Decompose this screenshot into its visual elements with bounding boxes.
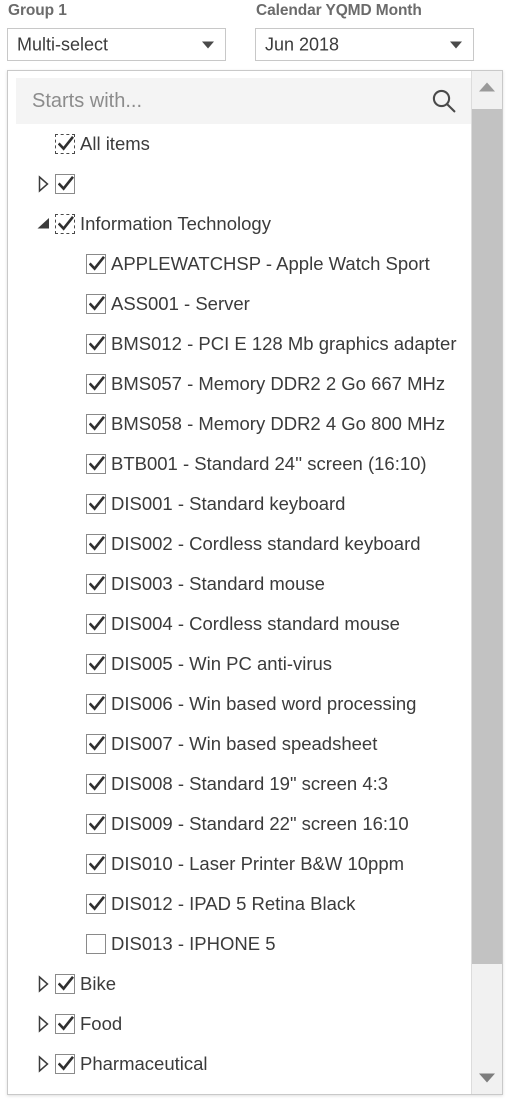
expand-triangle-icon[interactable]	[33, 1014, 55, 1034]
tree-item-label: Bike	[80, 973, 116, 994]
scroll-down-button[interactable]	[472, 1062, 502, 1094]
multiselect-dropdown-panel: All items Information Technology APPLEWATC…	[7, 70, 503, 1095]
tree-row[interactable]: BTB001 - Standard 24'' screen (16:10)	[8, 444, 472, 484]
search-icon[interactable]	[431, 88, 457, 114]
scroll-up-button[interactable]	[472, 71, 502, 103]
expand-triangle-icon[interactable]	[33, 1054, 55, 1074]
group1-select-value: Multi-select	[17, 34, 109, 54]
collapse-triangle-icon[interactable]	[33, 214, 55, 234]
tree-item-label: Information Technology	[80, 213, 271, 234]
tree-row[interactable]: BMS058 - Memory DDR2 4 Go 800 MHz	[8, 404, 472, 444]
tree-item-checkbox[interactable]	[86, 734, 106, 754]
tree-row[interactable]: ASS001 - Server	[8, 284, 472, 324]
tree-row[interactable]: Bike	[8, 964, 472, 1004]
tree-item-checkbox[interactable]	[86, 414, 106, 434]
chevron-down-icon	[450, 41, 462, 48]
tree-item-checkbox[interactable]	[86, 854, 106, 874]
tree-row[interactable]	[8, 164, 472, 204]
tree-item-label: ASS001 - Server	[111, 293, 250, 314]
tree-item-checkbox[interactable]	[55, 1014, 75, 1034]
tree-item-checkbox[interactable]	[86, 374, 106, 394]
tree-row[interactable]: DIS006 - Win based word processing	[8, 684, 472, 724]
tree-item-checkbox[interactable]	[86, 814, 106, 834]
tree-item-checkbox[interactable]	[55, 214, 75, 234]
tree-item-checkbox[interactable]	[86, 534, 106, 554]
filter-bar: Group 1 Multi-select Calendar YQMD Month…	[0, 0, 510, 72]
tree-row[interactable]: DIS008 - Standard 19" screen 4:3	[8, 764, 472, 804]
tree-row[interactable]: DIS010 - Laser Printer B&W 10ppm	[8, 844, 472, 884]
item-tree[interactable]: All items Information Technology APPLEWATC…	[8, 124, 472, 1094]
tree-item-label: BMS057 - Memory DDR2 2 Go 667 MHz	[111, 373, 446, 394]
tree-item-label: DIS013 - IPHONE 5	[111, 933, 276, 954]
tree-row[interactable]: DIS005 - Win PC anti-virus	[8, 644, 472, 684]
filter-label-group1: Group 1	[8, 2, 67, 19]
tree-item-checkbox[interactable]	[86, 774, 106, 794]
tree-item-label: DIS004 - Cordless standard mouse	[111, 613, 400, 634]
tree-item-checkbox[interactable]	[86, 934, 106, 954]
filter-group-1: Group 1 Multi-select	[7, 0, 226, 61]
tree-row[interactable]: DIS003 - Standard mouse	[8, 564, 472, 604]
tree-row[interactable]: BMS012 - PCI E 128 Mb graphics adapter	[8, 324, 472, 364]
tree-item-checkbox[interactable]	[86, 574, 106, 594]
triangle-down-icon	[479, 1073, 495, 1083]
group1-select[interactable]: Multi-select	[7, 28, 226, 61]
tree-row[interactable]: BMS057 - Memory DDR2 2 Go 667 MHz	[8, 364, 472, 404]
tree-row[interactable]: Pharmaceutical	[8, 1044, 472, 1084]
vertical-scrollbar[interactable]	[471, 71, 502, 1094]
triangle-up-icon	[479, 82, 495, 92]
tree-item-checkbox[interactable]	[86, 614, 106, 634]
tree-row[interactable]: DIS013 - IPHONE 5	[8, 924, 472, 964]
tree-item-label: DIS009 - Standard 22" screen 16:10	[111, 813, 409, 834]
tree-item-label: DIS007 - Win based speadsheet	[111, 733, 378, 754]
tree-row[interactable]: DIS012 - IPAD 5 Retina Black	[8, 884, 472, 924]
filter-group-2: Calendar YQMD Month Jun 2018	[255, 0, 474, 61]
tree-item-label: Food	[80, 1013, 123, 1034]
tree-item-checkbox[interactable]	[55, 974, 75, 994]
chevron-down-icon	[202, 41, 214, 48]
tree-item-checkbox[interactable]	[86, 454, 106, 474]
tree-item-label: DIS005 - Win PC anti-virus	[111, 653, 333, 674]
tree-row[interactable]: DIS009 - Standard 22" screen 16:10	[8, 804, 472, 844]
tree-item-checkbox[interactable]	[86, 694, 106, 714]
tree-item-checkbox[interactable]	[86, 894, 106, 914]
tree-item-label: DIS003 - Standard mouse	[111, 573, 325, 594]
tree-item-label: DIS002 - Cordless standard keyboard	[111, 533, 421, 554]
tree-item-label: DIS010 - Laser Printer B&W 10ppm	[111, 853, 405, 874]
tree-item-label: All items	[80, 133, 150, 154]
tree-item-label: DIS006 - Win based word processing	[111, 693, 417, 714]
expand-triangle-icon[interactable]	[33, 174, 55, 194]
tree-item-label: APPLEWATCHSP - Apple Watch Sport	[111, 253, 430, 274]
tree-item-checkbox[interactable]	[55, 174, 75, 194]
tree-item-label: BTB001 - Standard 24'' screen (16:10)	[111, 453, 427, 474]
tree-item-label: DIS008 - Standard 19" screen 4:3	[111, 773, 389, 794]
tree-item-checkbox[interactable]	[86, 294, 106, 314]
search-row	[16, 78, 471, 124]
tree-item-label: Pharmaceutical	[80, 1053, 208, 1074]
tree-item-checkbox[interactable]	[55, 134, 75, 154]
tree-item-label: BMS012 - PCI E 128 Mb graphics adapter	[111, 333, 457, 354]
tree-row[interactable]: APPLEWATCHSP - Apple Watch Sport	[8, 244, 472, 284]
tree-row[interactable]: DIS007 - Win based speadsheet	[8, 724, 472, 764]
scrollbar-thumb[interactable]	[472, 109, 502, 964]
tree-row[interactable]: All items	[8, 124, 472, 164]
tree-item-checkbox[interactable]	[55, 1054, 75, 1074]
tree-item-label: DIS001 - Standard keyboard	[111, 493, 346, 514]
tree-item-label: DIS012 - IPAD 5 Retina Black	[111, 893, 356, 914]
tree-row[interactable]: DIS004 - Cordless standard mouse	[8, 604, 472, 644]
calendar-month-select[interactable]: Jun 2018	[255, 28, 474, 61]
search-input[interactable]	[16, 78, 426, 124]
tree-row[interactable]: Information Technology	[8, 204, 472, 244]
tree-row[interactable]: DIS001 - Standard keyboard	[8, 484, 472, 524]
tree-item-checkbox[interactable]	[86, 654, 106, 674]
tree-item-checkbox[interactable]	[86, 334, 106, 354]
expand-triangle-icon[interactable]	[33, 974, 55, 994]
calendar-month-select-value: Jun 2018	[265, 34, 340, 54]
tree-item-label: BMS058 - Memory DDR2 4 Go 800 MHz	[111, 413, 446, 434]
tree-row[interactable]: Food	[8, 1004, 472, 1044]
filter-label-calendar-yqmd-month: Calendar YQMD Month	[256, 2, 422, 19]
tree-item-checkbox[interactable]	[86, 254, 106, 274]
tree-row[interactable]: DIS002 - Cordless standard keyboard	[8, 524, 472, 564]
tree-item-checkbox[interactable]	[86, 494, 106, 514]
